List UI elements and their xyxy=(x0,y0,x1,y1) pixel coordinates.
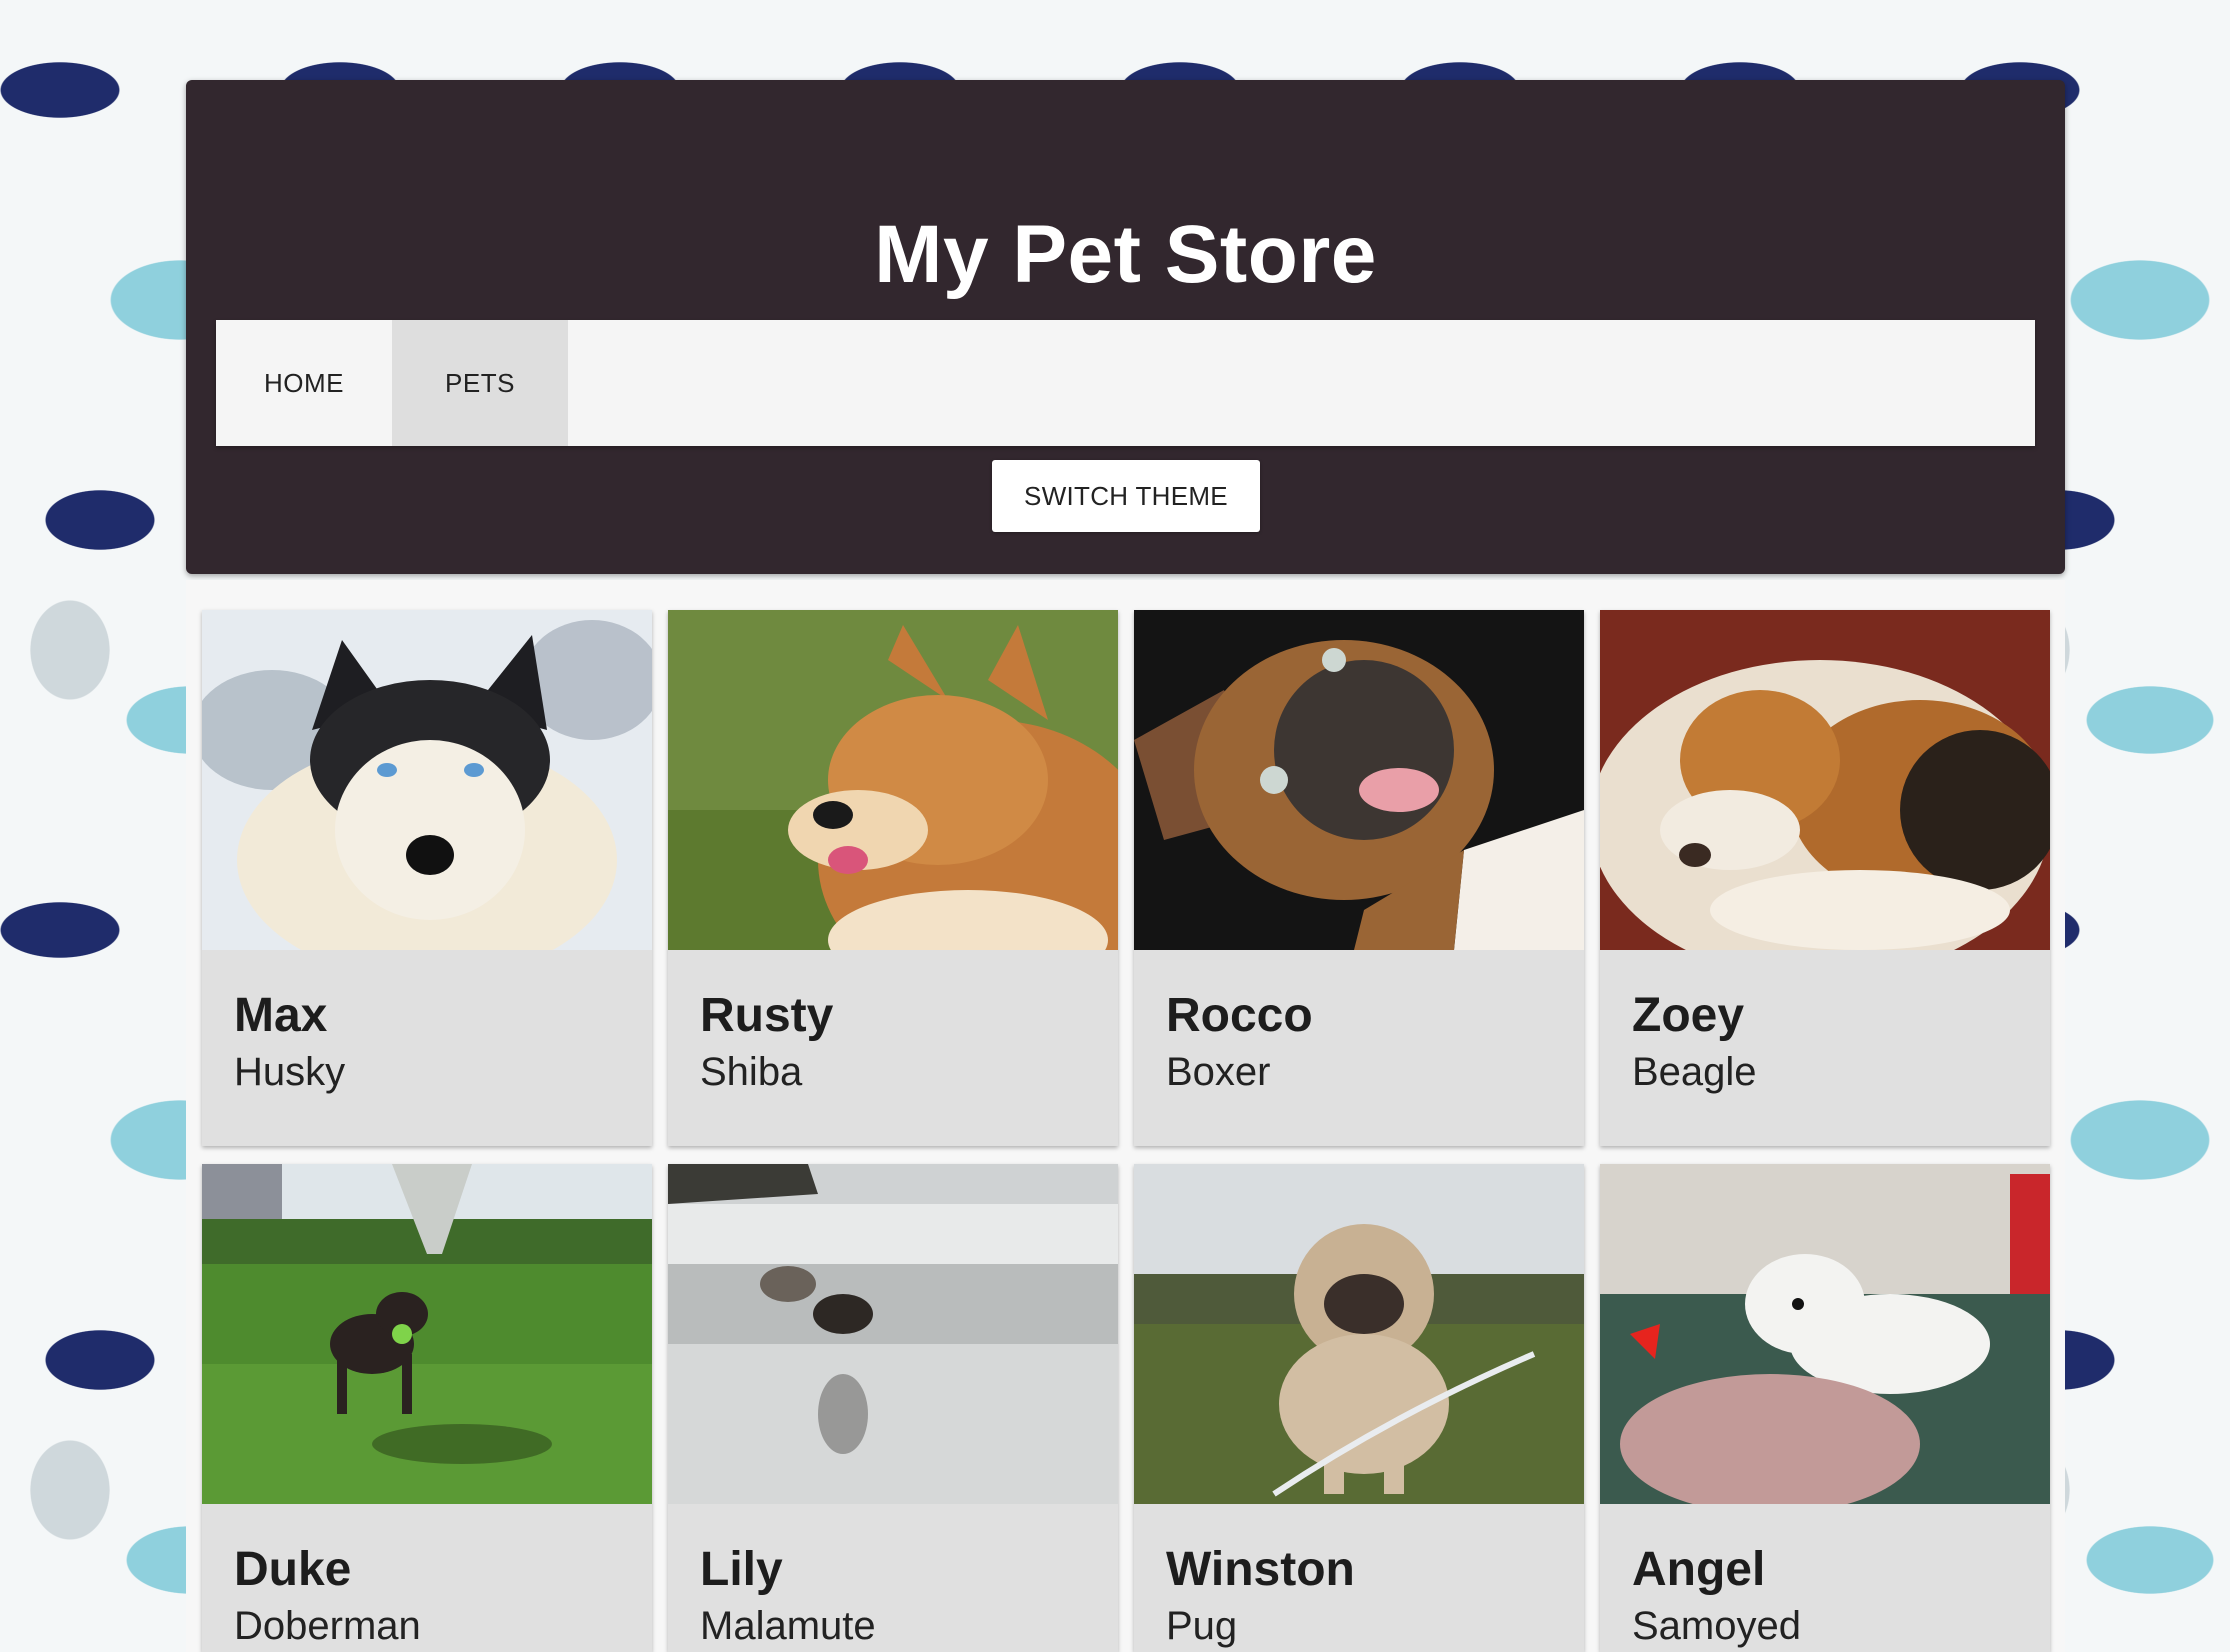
husky-photo xyxy=(202,610,652,950)
pet-card-rusty[interactable]: Rusty Shiba xyxy=(668,610,1118,1146)
site-title: My Pet Store xyxy=(874,209,1377,300)
nav-home[interactable]: HOME xyxy=(216,320,392,446)
nav-pets[interactable]: PETS xyxy=(392,320,568,446)
pet-breed: Pug xyxy=(1166,1604,1238,1648)
shiba-photo xyxy=(668,610,1118,950)
pet-card-zoey[interactable]: Zoey Beagle xyxy=(1600,610,2050,1146)
pet-card-angel[interactable]: Angel Samoyed xyxy=(1600,1164,2050,1652)
pet-breed: Beagle xyxy=(1632,1050,1757,1094)
boxer-photo xyxy=(1134,610,1584,950)
pet-grid: Max Husky Rusty Shiba Rocco Boxer Zoey B… xyxy=(186,580,2065,1652)
main-nav: HOME PETS xyxy=(216,320,2035,446)
pug-photo xyxy=(1134,1164,1584,1504)
pet-card-max[interactable]: Max Husky xyxy=(202,610,652,1146)
pet-card-winston[interactable]: Winston Pug xyxy=(1134,1164,1584,1652)
pet-name: Duke xyxy=(234,1543,352,1596)
pet-card-rocco[interactable]: Rocco Boxer xyxy=(1134,610,1584,1146)
doberman-photo xyxy=(202,1164,652,1504)
pet-breed: Samoyed xyxy=(1632,1604,1801,1648)
pet-breed: Shiba xyxy=(700,1050,803,1094)
beagle-photo xyxy=(1600,610,2050,950)
pet-name: Winston xyxy=(1166,1543,1355,1596)
pet-breed: Doberman xyxy=(234,1604,421,1648)
pet-card-duke[interactable]: Duke Doberman xyxy=(202,1164,652,1652)
pet-name: Max xyxy=(234,989,328,1042)
samoyed-photo xyxy=(1600,1164,2050,1504)
pet-name: Angel xyxy=(1632,1543,1766,1596)
malamute-photo xyxy=(668,1164,1118,1504)
pet-name: Lily xyxy=(700,1543,783,1596)
pet-card-lily[interactable]: Lily Malamute xyxy=(668,1164,1118,1652)
pet-breed: Boxer xyxy=(1166,1050,1271,1094)
pet-breed: Husky xyxy=(234,1050,346,1094)
dog-pattern-wallpaper-left xyxy=(0,0,186,1652)
pet-name: Rocco xyxy=(1166,989,1313,1042)
switch-theme-button[interactable]: SWITCH THEME xyxy=(992,460,1260,532)
pet-name: Zoey xyxy=(1632,989,1745,1042)
dog-pattern-wallpaper-right xyxy=(2044,0,2230,1652)
pet-breed: Malamute xyxy=(700,1604,876,1648)
pet-name: Rusty xyxy=(700,989,834,1042)
site-header: My Pet Store HOME PETS SWITCH THEME xyxy=(186,80,2065,574)
